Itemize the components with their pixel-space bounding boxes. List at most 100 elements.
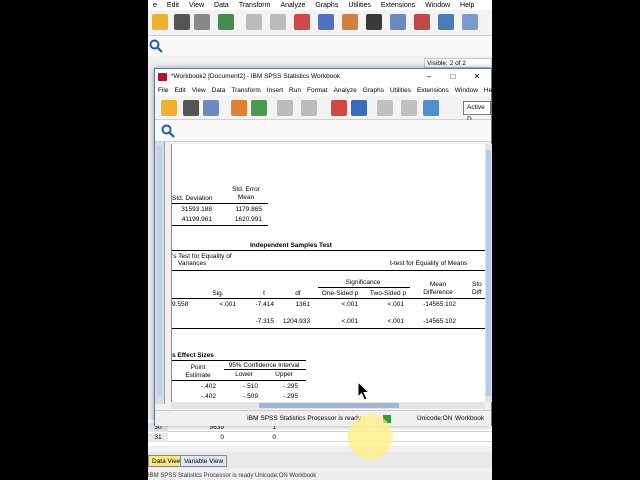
cell-value[interactable]: <.001 [212,301,236,308]
variables-icon[interactable] [351,100,367,116]
table-row[interactable]: 31 0 0 [148,433,492,442]
menu-data[interactable]: Data [209,85,229,96]
cell-value[interactable]: 0 [228,433,280,442]
cell-value[interactable]: 41199.961 [172,216,212,223]
menu-run[interactable]: Run [286,85,304,96]
cell-value[interactable]: <.001 [332,318,358,325]
minimize-icon[interactable]: – [417,69,441,85]
col-header-std-error: Std. Error [232,186,260,193]
menu-utilities[interactable]: Utilities [343,2,376,9]
menu-transform[interactable]: Transform [234,2,276,9]
cell-value[interactable]: -.295 [268,383,298,390]
menu-analyze[interactable]: Analyze [275,2,310,9]
menu-utilities[interactable]: Utilities [387,85,414,96]
data-editor-search-row [148,36,492,56]
goto-case-icon[interactable] [294,14,310,30]
undo-icon[interactable] [246,14,262,30]
cell-value[interactable]: <.001 [378,301,404,308]
dialog-recall-icon[interactable] [218,14,234,30]
cell-value[interactable]: -.510 [228,383,258,390]
cell-value[interactable]: 1204.933 [278,318,310,325]
cell-value[interactable]: -.402 [184,383,216,390]
insert-table-icon[interactable] [251,100,267,116]
cell-value[interactable]: <.001 [378,318,404,325]
cell-value[interactable]: -14565.102 [416,318,456,325]
hide-output-icon[interactable] [401,100,417,116]
horizontal-scroll-thumb[interactable] [259,403,399,408]
menu-file[interactable]: File [155,85,171,96]
cursor-highlight [347,414,393,460]
open-folder-icon[interactable] [152,14,168,30]
search-icon[interactable] [161,124,175,138]
menu-help[interactable]: Help [455,2,479,9]
cell-value[interactable]: -.295 [268,393,298,400]
menu-graphs[interactable]: Graphs [310,2,343,9]
menu-graphs[interactable]: Graphs [360,85,387,96]
export-icon[interactable] [203,100,219,116]
designate-window-icon[interactable] [423,100,439,116]
print-icon[interactable] [194,14,210,30]
menu-data[interactable]: Data [209,2,234,9]
horizontal-scrollbar[interactable] [171,402,485,409]
close-icon[interactable]: ✕ [465,69,489,85]
vertical-scroll-thumb[interactable] [486,150,491,396]
tab-variable-view[interactable]: Variable View [180,455,228,467]
save-icon[interactable] [183,100,199,116]
value-labels-icon[interactable] [462,14,478,30]
maximize-icon[interactable]: □ [441,69,465,85]
viewer-title-bar[interactable]: *Workbook2 [Document2] - IBM SPSS Statis… [155,69,491,85]
menu-window[interactable]: Window [420,2,455,9]
variables-icon[interactable] [342,14,358,30]
outline-pane[interactable] [155,142,165,404]
outline-scroll-thumb[interactable] [157,146,162,396]
search-icon[interactable] [149,39,163,53]
menu-view[interactable]: View [189,85,209,96]
save-icon[interactable] [174,14,190,30]
col-header-std-diff: Sto [472,281,482,288]
cell-value[interactable]: 1620.991 [222,216,262,223]
cell-value[interactable]: <.001 [332,301,358,308]
cell-value[interactable]: 0 [168,433,228,442]
menu-edit[interactable]: Edit [162,2,184,9]
active-dataset-button[interactable]: Active D [463,101,491,123]
cell-value[interactable]: 31593.188 [172,206,212,213]
menu-help[interactable]: Help [481,85,492,96]
split-file-icon[interactable] [414,14,430,30]
insert-cases-icon[interactable] [390,14,406,30]
viewer-status-bar: IBM SPSS Statistics Processor is ready U… [155,410,491,426]
col-header-t: t [263,290,265,297]
table-rule [172,270,485,271]
cell-value[interactable]: -.402 [184,393,216,400]
open-folder-icon[interactable] [161,100,177,116]
menu-analyze[interactable]: Analyze [331,85,360,96]
menu-insert[interactable]: Insert [264,85,286,96]
menu-file[interactable]: e [148,2,162,9]
menu-view[interactable]: View [184,2,209,9]
cell-value[interactable]: -7.414 [250,301,274,308]
select-cases-icon[interactable] [438,14,454,30]
vertical-scrollbar[interactable] [485,144,492,402]
find-icon[interactable] [366,14,382,30]
table-rule [172,225,268,226]
redo-icon[interactable] [301,100,317,116]
cell-value[interactable]: 1179.865 [222,206,262,213]
undo-icon[interactable] [277,100,293,116]
menu-edit[interactable]: Edit [171,85,188,96]
cell-value[interactable]: -.509 [228,393,258,400]
cell-value[interactable]: -7.315 [250,318,274,325]
menu-extensions[interactable]: Extensions [414,85,452,96]
goto-data-icon[interactable] [331,100,347,116]
insert-output-icon[interactable] [231,100,247,116]
menu-format[interactable]: Format [304,85,331,96]
cell-value[interactable]: 9.558 [172,301,188,308]
show-output-icon[interactable] [377,100,393,116]
menu-transform[interactable]: Transform [228,85,263,96]
menu-extensions[interactable]: Extensions [376,2,420,9]
row-number[interactable]: 31 [148,433,168,442]
menu-window[interactable]: Window [452,85,481,96]
cell-value[interactable]: -14565.102 [416,301,456,308]
redo-icon[interactable] [270,14,286,30]
goto-variable-icon[interactable] [318,14,334,30]
output-document[interactable]: Std. Error Mean Std. Deviation 31593.188… [171,144,485,402]
cell-value[interactable]: 1361 [278,301,310,308]
